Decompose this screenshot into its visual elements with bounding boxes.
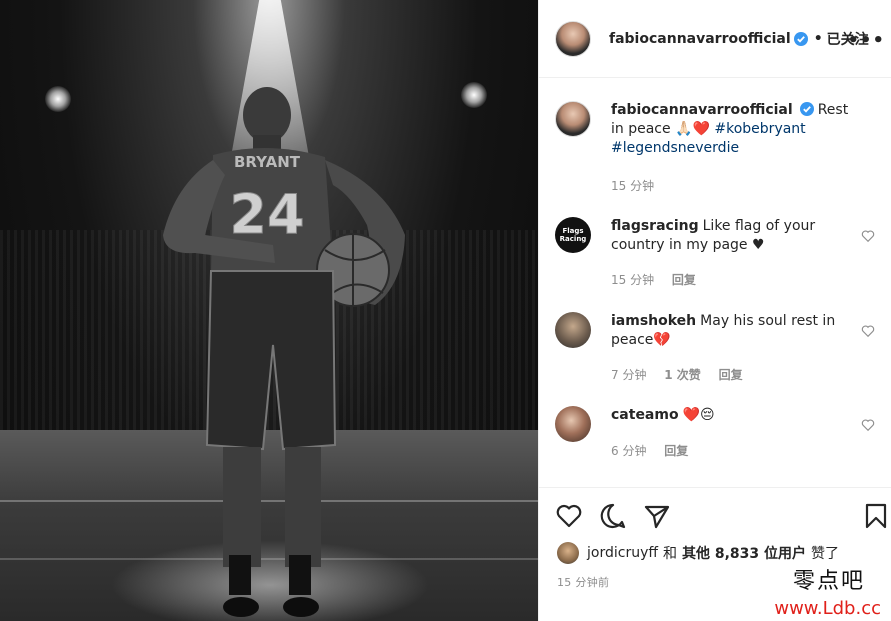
owner-avatar[interactable]	[555, 20, 591, 57]
player-silhouette: BRYANT 24	[163, 87, 405, 617]
comment-meta: 15 分钟 回复	[611, 271, 710, 288]
comment-meta: 6 分钟 回复	[611, 442, 702, 459]
caption-username[interactable]: fabiocannavarroofficial	[611, 102, 793, 118]
caption: fabiocannavarroofficial Rest in peace 🙏🏻❤…	[555, 101, 875, 194]
comment-text: flagsracing Like flag of your country in …	[611, 217, 851, 255]
comment-meta: 7 分钟 1 次赞 回复	[611, 366, 757, 383]
likes-suffix: 赞了	[811, 546, 840, 562]
post-photo[interactable]: BRYANT 24	[0, 0, 538, 621]
liker-avatar[interactable]	[557, 542, 579, 564]
caption-meta: 15 分钟	[611, 177, 668, 194]
verified-badge-icon	[799, 102, 814, 116]
like-heart-icon[interactable]	[555, 502, 583, 530]
comment-username[interactable]: cateamo	[611, 407, 679, 423]
hashtag-legendsneverdie[interactable]: #legendsneverdie	[611, 140, 739, 156]
stage-light-right	[461, 82, 487, 108]
watermark-url: www.Ldb.cc	[774, 598, 881, 619]
reply-button[interactable]: 回复	[664, 444, 688, 458]
caption-text: fabiocannavarroofficial Rest in peace 🙏🏻❤…	[611, 101, 851, 158]
like-comment-heart-icon[interactable]	[861, 324, 875, 338]
comment-likes-count[interactable]: 1 次赞	[664, 368, 701, 382]
caption-avatar[interactable]	[555, 101, 591, 137]
comment-text: iamshokeh May his soul rest in peace💔	[611, 312, 851, 350]
more-options-icon[interactable]: •••	[847, 30, 885, 51]
comment-body: ❤️😔	[682, 407, 715, 423]
comment-time[interactable]: 6 分钟	[611, 444, 646, 458]
comment-bubble-icon[interactable]	[599, 502, 627, 530]
caption-emoji: 🙏🏻❤️	[675, 121, 710, 137]
watermark-chinese: 零点吧	[792, 569, 865, 594]
comment-time[interactable]: 7 分钟	[611, 368, 646, 382]
post-header: fabiocannavarroofficial • 已关注 •••	[539, 0, 891, 78]
post-panel: fabiocannavarroofficial • 已关注 ••• fabioc…	[538, 0, 891, 621]
comment-time[interactable]: 15 分钟	[611, 273, 654, 287]
share-paperplane-icon[interactable]	[643, 502, 671, 530]
jersey-number: 24	[229, 183, 304, 246]
save-bookmark-icon[interactable]	[862, 502, 890, 530]
comment-text: cateamo ❤️😔	[611, 406, 851, 425]
likes-and: 和	[663, 546, 677, 562]
comment-item: cateamo ❤️😔 6 分钟 回复	[555, 406, 875, 466]
comment-username[interactable]: flagsracing	[611, 218, 699, 234]
like-comment-heart-icon[interactable]	[861, 418, 875, 432]
liker-username[interactable]: jordicruyff	[587, 545, 658, 561]
reply-button[interactable]: 回复	[672, 273, 696, 287]
commenter-avatar[interactable]	[555, 406, 591, 442]
caption-time[interactable]: 15 分钟	[611, 179, 654, 193]
likes-others[interactable]: 其他 8,833 位用户	[682, 543, 806, 563]
comment-username[interactable]: iamshokeh	[611, 313, 696, 329]
comment-item: Flags Racing flagsracing Like flag of you…	[555, 217, 875, 287]
stage-light-left	[45, 86, 71, 112]
verified-badge-icon	[793, 31, 808, 46]
flagsracing-logo: Flags Racing	[559, 227, 587, 243]
like-comment-heart-icon[interactable]	[861, 229, 875, 243]
jersey-name: BRYANT	[234, 153, 301, 171]
comments-list: fabiocannavarroofficial Rest in peace 🙏🏻❤…	[539, 79, 891, 487]
commenter-avatar[interactable]	[555, 312, 591, 348]
dot-separator: •	[813, 30, 823, 47]
hashtag-kobebryant[interactable]: #kobebryant	[714, 121, 805, 137]
likes-summary: jordicruyff 和 其他 8,833 位用户 赞了	[557, 542, 839, 564]
post-timestamp[interactable]: 15 分钟前	[557, 574, 609, 590]
owner-username[interactable]: fabiocannavarroofficial	[609, 31, 791, 47]
comment-item: iamshokeh May his soul rest in peace💔 7 分…	[555, 312, 875, 382]
reply-button[interactable]: 回复	[719, 368, 743, 382]
commenter-avatar[interactable]: Flags Racing	[555, 217, 591, 253]
